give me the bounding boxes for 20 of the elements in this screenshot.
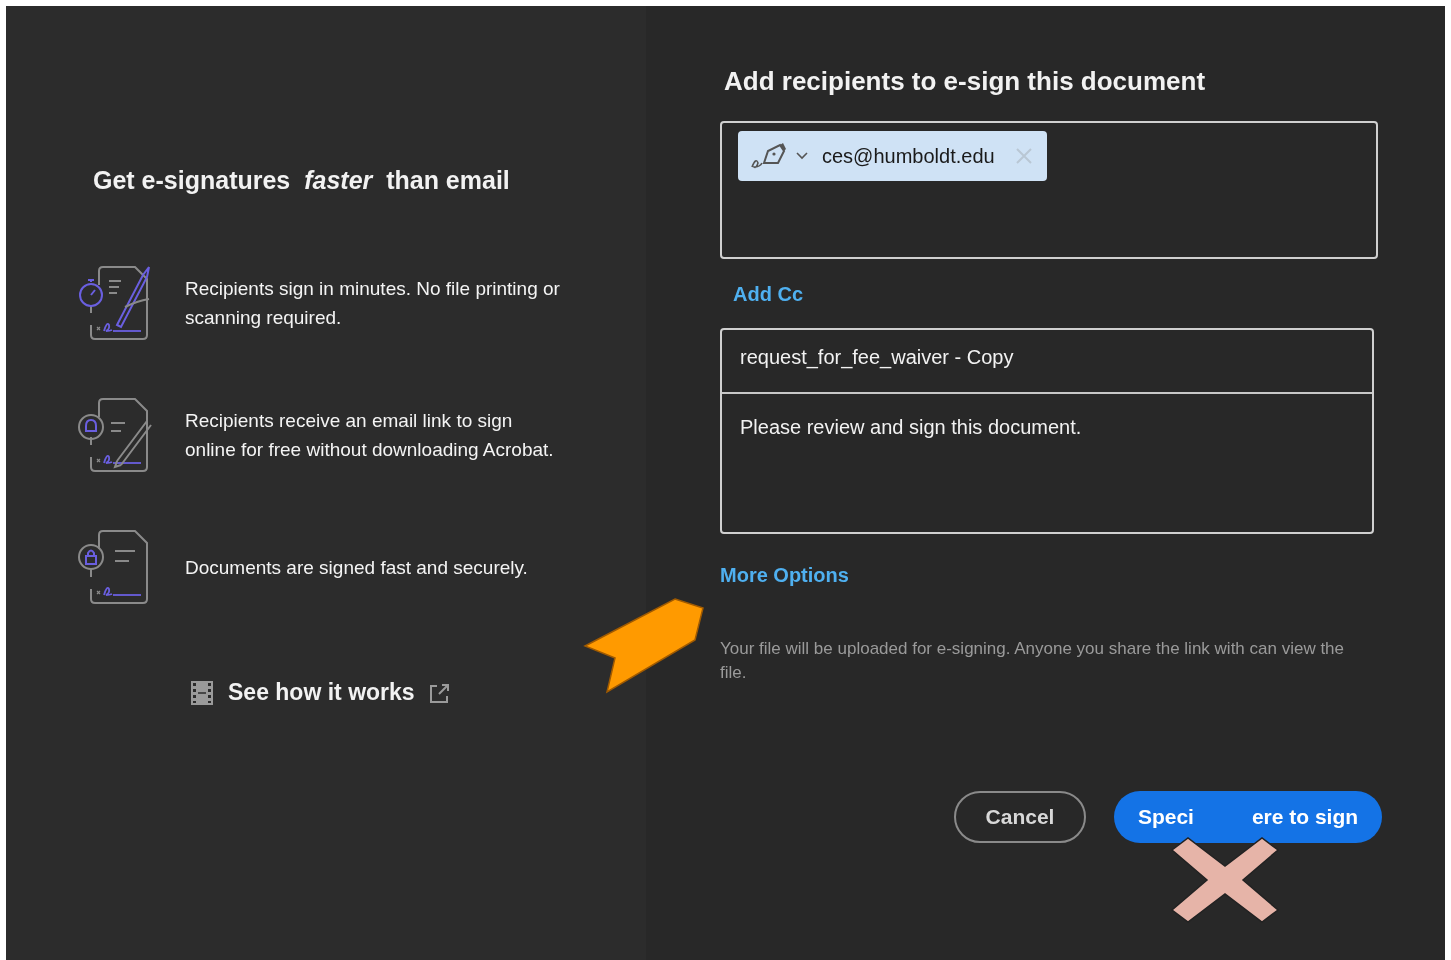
film-icon [190, 679, 214, 706]
promo-heading: Get e-signatures faster than email [93, 166, 511, 195]
recipient-email: ces@humboldt.edu [822, 144, 995, 168]
external-link-icon [428, 681, 451, 704]
feature-text: Recipients sign in minutes. No file printing or scanning required. [185, 277, 561, 330]
upload-notice: Your file will be uploaded for e-signing. Anyone you share the link with can view the file. [720, 638, 1346, 684]
feature-text: Documents are signed fast and securely. [185, 555, 529, 580]
feature-text: Recipients receive an email link to sign online for free without downloading Acrobat. [185, 409, 555, 462]
add-cc-link[interactable]: Add Cc [733, 283, 803, 306]
cancel-button[interactable]: Cancel [954, 791, 1086, 843]
subject-field[interactable]: request_for_fee_waiver - Copy [722, 330, 1372, 394]
form-title: Add recipients to e-sign this document [724, 66, 1206, 97]
more-options-link[interactable]: More Options [720, 564, 849, 587]
chevron-down-icon [796, 152, 808, 160]
video-link[interactable]: See how it works [228, 679, 415, 706]
message-field[interactable]: Please review and sign this document. [722, 394, 1372, 532]
recipients-field[interactable]: ces@humboldt.edu [720, 121, 1378, 259]
recipient-chip[interactable]: ces@humboldt.edu [738, 131, 1047, 181]
close-icon [1014, 147, 1033, 165]
sign-button[interactable]: Speci ere to sign [1114, 791, 1382, 843]
